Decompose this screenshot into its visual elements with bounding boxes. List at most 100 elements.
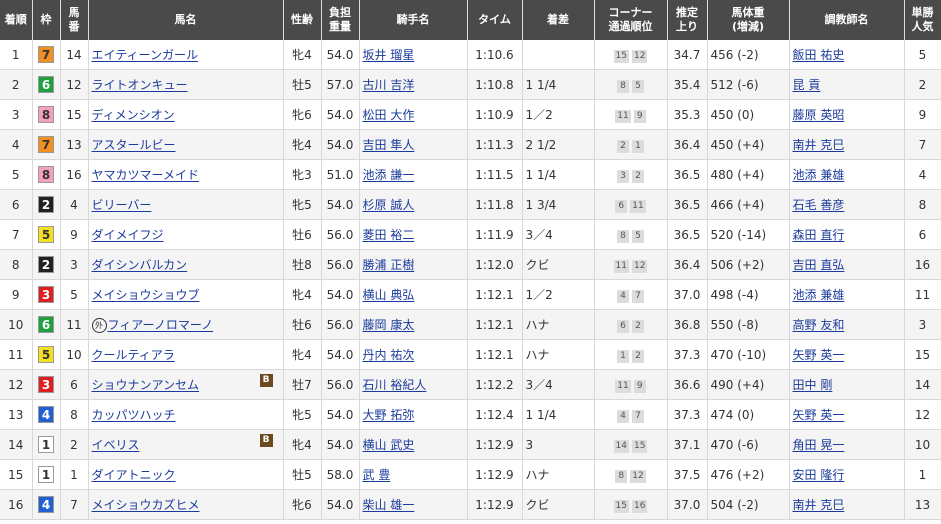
waku-badge: 7: [38, 46, 54, 63]
corner-position: 12: [632, 49, 648, 63]
jockey-name-link[interactable]: 古川 吉洋: [363, 78, 415, 92]
time-cell: 1:12.1: [467, 339, 523, 370]
horse-name-link[interactable]: ビリーバー: [92, 198, 152, 212]
trainer-name-link[interactable]: 森田 直行: [793, 228, 845, 242]
jockey-cell: 丹内 祐次: [359, 339, 468, 370]
trainer-name-link[interactable]: 南井 克巳: [793, 498, 845, 512]
jockey-name-link[interactable]: 松田 大作: [363, 108, 415, 122]
jockey-name-link[interactable]: 柴山 雄一: [363, 498, 415, 512]
bodyweight-cell: 498 (-4): [707, 279, 790, 310]
corner-position: 8: [615, 469, 628, 483]
horse-name-link[interactable]: ライトオンキュー: [92, 78, 188, 92]
horse-name-link[interactable]: クールティアラ: [92, 348, 175, 362]
odds-cell: 5: [904, 40, 941, 70]
horse-name-link[interactable]: ヤマカツマーメイド: [92, 168, 200, 182]
umaban-cell: 4: [60, 189, 89, 220]
jockey-name-link[interactable]: 菱田 裕二: [363, 228, 415, 242]
waku-cell: 4: [32, 399, 61, 430]
jockey-name-link[interactable]: 藤岡 康太: [363, 318, 415, 332]
last3f-cell: 36.6: [667, 369, 708, 400]
last3f-cell: 37.1: [667, 429, 708, 460]
odds-cell: 15: [904, 339, 941, 370]
rank-cell: 10: [0, 309, 33, 340]
trainer-cell: 南井 克巳: [789, 489, 905, 520]
trainer-name-link[interactable]: 角田 晃一: [793, 438, 845, 452]
trainer-name-link[interactable]: 南井 克巳: [793, 138, 845, 152]
corner-cell: 85: [594, 219, 668, 250]
margin-cell: クビ: [522, 489, 595, 520]
horse-name-link[interactable]: イベリス: [92, 438, 140, 452]
horse-cell: クールティアラ: [88, 339, 284, 370]
horse-name-link[interactable]: カッパツハッチ: [92, 408, 176, 422]
waku-cell: 5: [32, 219, 61, 250]
horse-name-link[interactable]: ダイアトニック: [92, 468, 176, 482]
margin-cell: 1 1/4: [522, 159, 595, 190]
jockey-name-link[interactable]: 横山 典弘: [363, 288, 415, 302]
trainer-name-link[interactable]: 藤原 英昭: [793, 108, 845, 122]
blinker-icon: B: [259, 374, 273, 387]
horse-name-link[interactable]: エイティーンガール: [92, 48, 198, 62]
trainer-name-link[interactable]: 石毛 善彦: [793, 198, 845, 212]
trainer-name-link[interactable]: 矢野 英一: [793, 348, 845, 362]
trainer-name-link[interactable]: 昆 貢: [793, 78, 821, 92]
sexage-cell: 牝6: [283, 489, 322, 520]
jockey-name-link[interactable]: 勝浦 正樹: [363, 258, 415, 272]
header-jockey: 騎手名: [359, 0, 468, 40]
jockey-name-link[interactable]: 坂井 瑠星: [363, 48, 415, 62]
last3f-cell: 34.7: [667, 40, 708, 70]
trainer-name-link[interactable]: 田中 剛: [793, 378, 833, 392]
trainer-name-link[interactable]: 安田 隆行: [793, 468, 845, 482]
rank-cell: 9: [0, 279, 33, 310]
jockey-name-link[interactable]: 横山 武史: [363, 438, 415, 452]
trainer-name-link[interactable]: 池添 兼雄: [793, 288, 845, 302]
trainer-name-link[interactable]: 池添 兼雄: [793, 168, 845, 182]
jockey-name-link[interactable]: 吉田 隼人: [363, 138, 415, 152]
horse-cell: ショウナンアンセム B: [88, 369, 284, 400]
weight-cell: 56.0: [321, 369, 360, 400]
jockey-name-link[interactable]: 杉原 誠人: [363, 198, 415, 212]
corner-position: 5: [632, 229, 644, 243]
horse-cell: ダイメイフジ: [88, 219, 284, 250]
horse-cell: イベリス B: [88, 429, 284, 460]
horse-name-link[interactable]: アスタールビー: [92, 138, 176, 152]
horse-name-link[interactable]: ダイメイフジ: [92, 228, 164, 242]
waku-cell: 2: [32, 249, 61, 280]
bodyweight-cell: 490 (+4): [707, 369, 790, 400]
jockey-name-link[interactable]: 丹内 祐次: [363, 348, 415, 362]
sexage-cell: 牝4: [283, 129, 322, 160]
jockey-name-link[interactable]: 武 豊: [363, 468, 391, 482]
horse-name-link[interactable]: メイショウショウブ: [92, 288, 200, 302]
jockey-name-link[interactable]: 石川 裕紀人: [363, 378, 427, 392]
last3f-cell: 36.8: [667, 309, 708, 340]
bodyweight-cell: 480 (+4): [707, 159, 790, 190]
corner-position: 16: [632, 499, 648, 513]
trainer-name-link[interactable]: 飯田 祐史: [793, 48, 845, 62]
last3f-cell: 35.3: [667, 99, 708, 130]
sexage-cell: 牡5: [283, 69, 322, 100]
horse-name-link[interactable]: ダイシンバルカン: [92, 258, 188, 272]
trainer-name-link[interactable]: 吉田 直弘: [793, 258, 845, 272]
trainer-name-link[interactable]: 高野 友和: [793, 318, 845, 332]
trainer-name-link[interactable]: 矢野 英一: [793, 408, 845, 422]
bodyweight-cell: 456 (-2): [707, 40, 790, 70]
rank-cell: 2: [0, 69, 33, 100]
umaban-cell: 11: [60, 309, 89, 340]
horse-name-link[interactable]: ディメンシオン: [92, 108, 175, 122]
horse-cell: エイティーンガール: [88, 40, 284, 70]
weight-cell: 51.0: [321, 159, 360, 190]
jockey-cell: 横山 武史: [359, 429, 468, 460]
horse-name-link[interactable]: ショウナンアンセム: [92, 378, 200, 392]
sexage-cell: 牝5: [283, 399, 322, 430]
horse-cell: 外フィアーノロマーノ: [88, 309, 284, 340]
horse-name-link[interactable]: フィアーノロマーノ: [108, 318, 214, 332]
jockey-name-link[interactable]: 池添 謙一: [363, 168, 415, 182]
bodyweight-cell: 450 (0): [707, 99, 790, 130]
horse-name-link[interactable]: メイショウカズヒメ: [92, 498, 200, 512]
rank-cell: 12: [0, 369, 33, 400]
margin-cell: [522, 40, 595, 70]
jockey-name-link[interactable]: 大野 拓弥: [363, 408, 415, 422]
corner-position: 4: [617, 409, 629, 423]
rank-cell: 3: [0, 99, 33, 130]
odds-cell: 8: [904, 189, 941, 220]
corner-position: 4: [617, 289, 629, 303]
